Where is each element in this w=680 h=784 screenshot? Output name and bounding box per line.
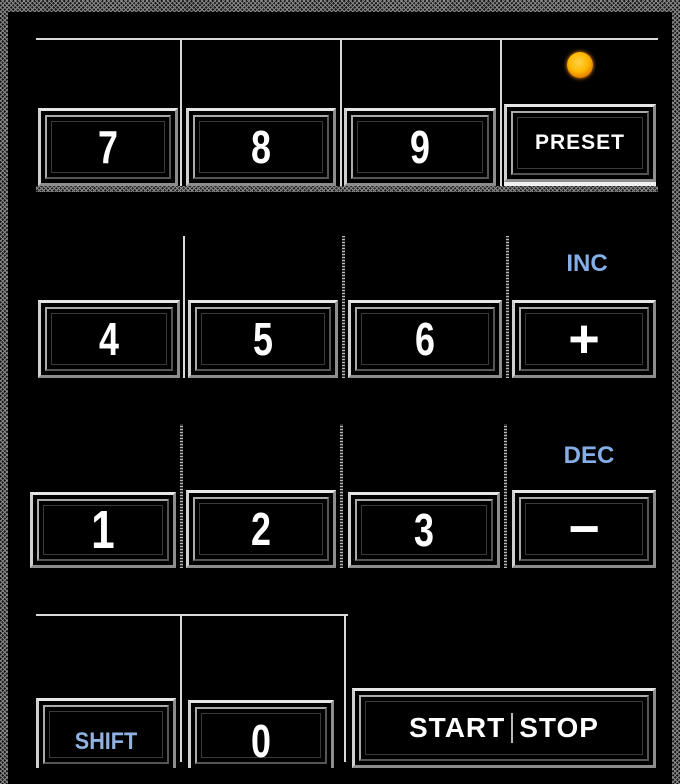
key-4-button[interactable]: 4	[38, 300, 180, 378]
decrement-button[interactable]: −	[512, 490, 656, 568]
row1-top-line	[36, 38, 658, 40]
key-5-button[interactable]: 5	[188, 300, 338, 378]
key-7-button[interactable]: 7	[38, 108, 178, 186]
row1-separator-2	[340, 40, 342, 186]
row2-separator-3	[506, 236, 509, 378]
shift-label: SHIFT	[74, 728, 138, 755]
start-stop-divider	[511, 713, 514, 743]
shift-button[interactable]: SHIFT	[36, 698, 176, 768]
row2-separator-2	[342, 236, 345, 378]
key-0-label: 0	[251, 715, 271, 767]
key-1-button[interactable]: 1	[30, 492, 176, 568]
key-9-label: 9	[410, 121, 430, 173]
row1-separator-1	[180, 40, 182, 186]
row4-separator-1	[180, 616, 182, 762]
key-6-button[interactable]: 6	[348, 300, 502, 378]
row1-divider	[36, 186, 658, 192]
increment-button[interactable]: +	[512, 300, 656, 378]
key-8-button[interactable]: 8	[186, 108, 336, 186]
row3-separator-2	[340, 424, 343, 568]
preset-indicator-led-icon	[567, 52, 593, 78]
start-stop-button[interactable]: START STOP	[352, 688, 656, 768]
key-5-label: 5	[253, 313, 273, 365]
row4-separator-2	[344, 616, 346, 762]
key-4-label: 4	[99, 313, 119, 365]
inc-label: INC	[566, 250, 608, 277]
key-9-button[interactable]: 9	[344, 108, 496, 186]
row2-separator-1	[183, 236, 185, 378]
row4-top-line	[36, 614, 348, 616]
key-7-label: 7	[98, 121, 118, 173]
start-label: START	[409, 712, 506, 743]
preset-button[interactable]: PRESET	[504, 104, 656, 182]
key-0-button[interactable]: 0	[188, 700, 334, 768]
row1-separator-3	[500, 40, 502, 186]
preset-label: PRESET	[534, 131, 626, 154]
row3-separator-3	[504, 424, 507, 568]
plus-icon: +	[568, 309, 600, 369]
key-8-label: 8	[251, 121, 271, 173]
key-3-label: 3	[414, 504, 434, 556]
row3-separator-1	[180, 424, 183, 568]
key-2-label: 2	[251, 503, 271, 555]
key-1-label: 1	[91, 500, 115, 560]
dec-label: DEC	[563, 442, 615, 469]
key-2-button[interactable]: 2	[186, 490, 336, 568]
minus-icon: −	[568, 499, 600, 559]
start-stop-label-group: START STOP	[355, 691, 653, 765]
key-3-button[interactable]: 3	[348, 492, 500, 568]
stop-label: STOP	[519, 712, 599, 743]
key-6-label: 6	[415, 313, 435, 365]
